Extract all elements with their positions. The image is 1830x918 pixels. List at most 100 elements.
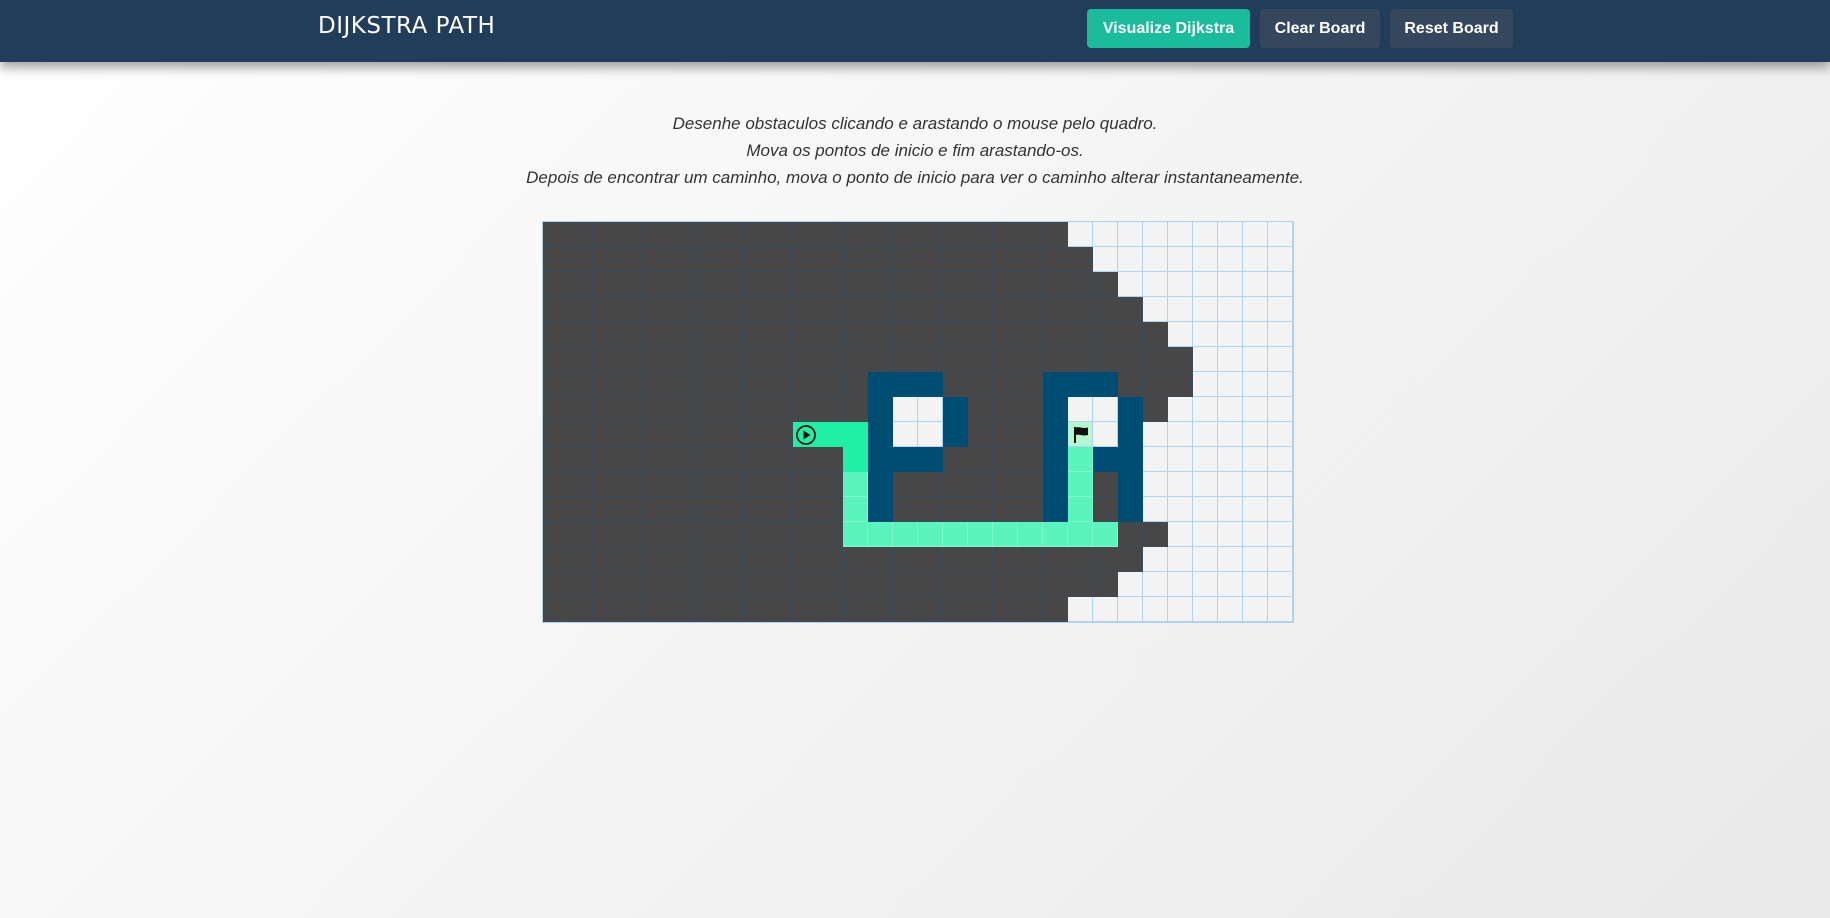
grid-cell-visited[interactable] (868, 572, 893, 597)
grid-cell-visited[interactable] (968, 347, 993, 372)
grid-cell-unvisited[interactable] (1093, 597, 1118, 622)
grid-cell-visited[interactable] (1043, 572, 1068, 597)
grid-cell-unvisited[interactable] (1268, 272, 1293, 297)
grid-cell-visited[interactable] (843, 322, 868, 347)
grid-cell-unvisited[interactable] (1168, 397, 1193, 422)
grid-cell-visited[interactable] (618, 497, 643, 522)
grid-cell-visited[interactable] (793, 322, 818, 347)
grid-cell-unvisited[interactable] (1243, 297, 1268, 322)
grid-cell-unvisited[interactable] (1143, 547, 1168, 572)
grid-cell-visited[interactable] (743, 547, 768, 572)
grid-cell-unvisited[interactable] (1193, 272, 1218, 297)
grid-cell-unvisited[interactable] (1168, 497, 1193, 522)
grid-cell-wall[interactable] (1043, 497, 1068, 522)
grid-cell-visited[interactable] (918, 347, 943, 372)
grid-cell-shortest-path[interactable] (918, 522, 943, 547)
grid-cell-unvisited[interactable] (1143, 572, 1168, 597)
grid-cell-visited[interactable] (968, 372, 993, 397)
grid-cell-visited[interactable] (968, 322, 993, 347)
grid-cell-start-node[interactable] (793, 422, 818, 447)
grid-cell-visited[interactable] (543, 272, 568, 297)
grid-cell-visited[interactable] (818, 397, 843, 422)
grid-cell-visited[interactable] (543, 597, 568, 622)
grid-cell-visited[interactable] (793, 522, 818, 547)
grid-cell-unvisited[interactable] (1143, 247, 1168, 272)
grid-cell-unvisited[interactable] (1268, 297, 1293, 322)
grid-cell-unvisited[interactable] (1093, 222, 1118, 247)
grid-cell-unvisited[interactable] (1243, 397, 1268, 422)
grid-cell-unvisited[interactable] (1243, 447, 1268, 472)
grid-cell-target-node[interactable] (1068, 422, 1093, 447)
grid-cell-visited[interactable] (793, 272, 818, 297)
grid-cell-visited[interactable] (793, 297, 818, 322)
grid-cell-visited[interactable] (843, 297, 868, 322)
grid-cell-visited[interactable] (768, 547, 793, 572)
grid-cell-visited[interactable] (618, 222, 643, 247)
grid-cell-visited[interactable] (893, 597, 918, 622)
grid-cell-unvisited[interactable] (1268, 222, 1293, 247)
grid-cell-visited[interactable] (618, 472, 643, 497)
grid-cell-visited[interactable] (868, 222, 893, 247)
grid-cell-visited[interactable] (1018, 247, 1043, 272)
grid-cell-visited[interactable] (543, 247, 568, 272)
grid-cell-visited[interactable] (968, 397, 993, 422)
grid-cell-unvisited[interactable] (1243, 272, 1268, 297)
grid-cell-unvisited[interactable] (1268, 397, 1293, 422)
grid-cell-visited[interactable] (593, 297, 618, 322)
grid-cell-visited[interactable] (993, 422, 1018, 447)
grid-cell-visited[interactable] (543, 322, 568, 347)
grid-cell-visited[interactable] (593, 272, 618, 297)
grid-cell-visited[interactable] (868, 297, 893, 322)
grid-cell-visited[interactable] (618, 522, 643, 547)
grid-cell-visited[interactable] (1018, 572, 1043, 597)
grid-cell-visited[interactable] (568, 222, 593, 247)
grid-cell-visited[interactable] (543, 522, 568, 547)
grid-cell-visited[interactable] (1018, 322, 1043, 347)
grid-cell-visited[interactable] (618, 372, 643, 397)
grid-cell-unvisited[interactable] (1243, 597, 1268, 622)
grid-cell-visited[interactable] (543, 397, 568, 422)
reset-board-button[interactable]: Reset Board (1390, 9, 1513, 48)
grid-cell-visited[interactable] (943, 222, 968, 247)
grid-cell-visited[interactable] (743, 397, 768, 422)
grid-cell-visited[interactable] (1118, 297, 1143, 322)
grid-cell-visited[interactable] (968, 572, 993, 597)
grid-cell-unvisited[interactable] (1068, 597, 1093, 622)
grid-cell-wall[interactable] (868, 397, 893, 422)
grid-cell-unvisited[interactable] (1243, 322, 1268, 347)
grid-cell-visited[interactable] (593, 497, 618, 522)
grid-cell-unvisited[interactable] (1168, 522, 1193, 547)
grid-cell-unvisited[interactable] (1243, 347, 1268, 372)
grid-cell-visited[interactable] (993, 572, 1018, 597)
grid-cell-visited[interactable] (768, 222, 793, 247)
grid-cell-unvisited[interactable] (1193, 547, 1218, 572)
grid-cell-visited[interactable] (668, 272, 693, 297)
grid-cell-visited[interactable] (818, 447, 843, 472)
grid-cell-visited[interactable] (618, 422, 643, 447)
grid-cell-unvisited[interactable] (1193, 472, 1218, 497)
grid-cell-visited[interactable] (793, 547, 818, 572)
grid-cell-visited[interactable] (643, 447, 668, 472)
grid-cell-visited[interactable] (568, 247, 593, 272)
grid-cell-unvisited[interactable] (1218, 497, 1243, 522)
grid-cell-visited[interactable] (768, 272, 793, 297)
grid-cell-visited[interactable] (868, 322, 893, 347)
grid-cell-unvisited[interactable] (1193, 397, 1218, 422)
grid-cell-unvisited[interactable] (1143, 422, 1168, 447)
grid-cell-visited[interactable] (993, 397, 1018, 422)
grid-cell-visited[interactable] (893, 547, 918, 572)
grid-cell-visited[interactable] (618, 547, 643, 572)
grid-cell-unvisited[interactable] (1143, 597, 1168, 622)
grid-cell-visited[interactable] (968, 597, 993, 622)
grid-cell-visited[interactable] (993, 472, 1018, 497)
grid-cell-visited[interactable] (668, 422, 693, 447)
grid-cell-visited[interactable] (868, 597, 893, 622)
grid-cell-unvisited[interactable] (1268, 422, 1293, 447)
grid-cell-visited[interactable] (718, 222, 743, 247)
grid-cell-shortest-path[interactable] (1018, 522, 1043, 547)
grid-cell-visited[interactable] (593, 347, 618, 372)
grid-cell-visited[interactable] (993, 222, 1018, 247)
grid-cell-visited[interactable] (843, 222, 868, 247)
grid-cell-visited[interactable] (543, 547, 568, 572)
grid-cell-visited[interactable] (918, 297, 943, 322)
